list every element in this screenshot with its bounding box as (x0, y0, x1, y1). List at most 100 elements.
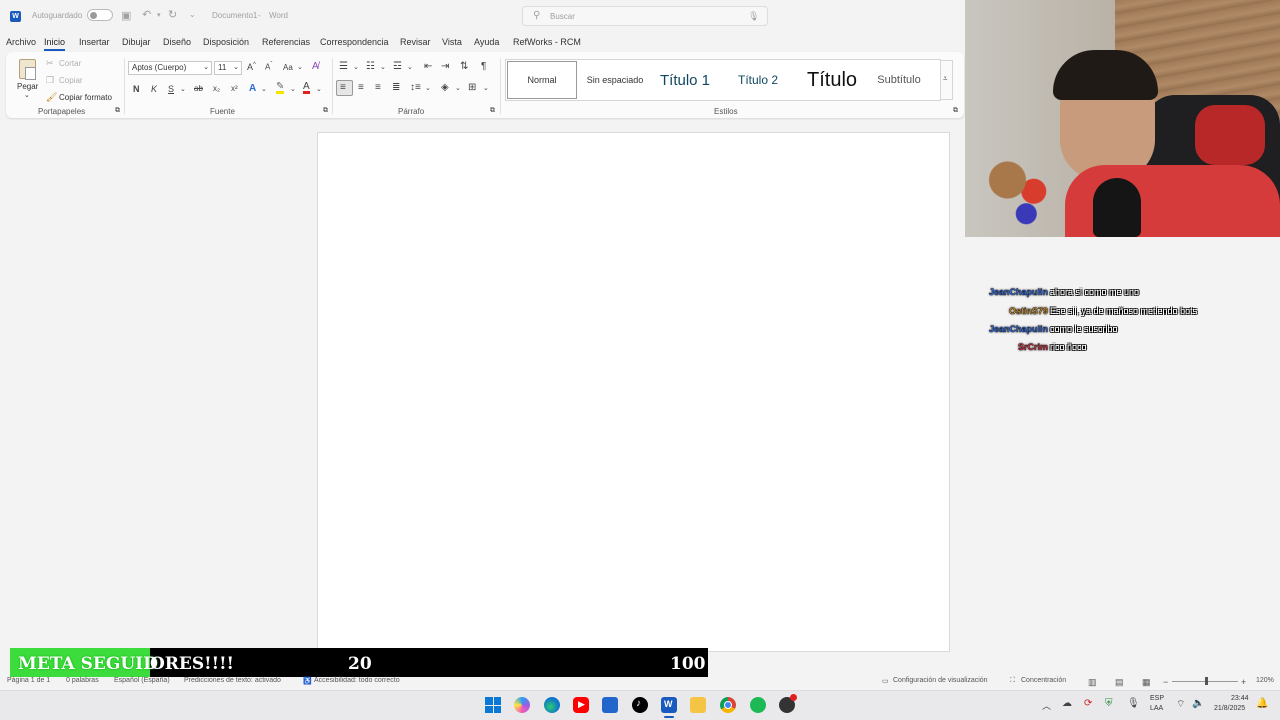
status-language[interactable]: Español (España) (114, 677, 170, 684)
change-case-button[interactable]: Aa (283, 63, 293, 72)
subscript-button[interactable]: x₂ (213, 84, 220, 93)
bullets-icon[interactable]: ☰ (339, 61, 348, 72)
style-subtitulo[interactable]: Subtítulo (868, 61, 930, 99)
shading-icon[interactable]: ◈ (441, 82, 449, 93)
word-taskbar-icon[interactable]: W (661, 697, 677, 713)
underline-button[interactable]: S (168, 84, 174, 94)
save-icon[interactable]: ▣ (121, 9, 131, 22)
font-color-icon[interactable]: A (303, 82, 310, 94)
style-titulo[interactable]: Título (798, 61, 866, 99)
status-words[interactable]: 0 palabras (66, 677, 99, 684)
youtube-icon[interactable]: ▶ (573, 697, 589, 713)
tray-lang-bottom[interactable]: LAA (1150, 705, 1163, 712)
cut-button[interactable]: Cortar (59, 59, 81, 68)
align-left-button[interactable]: ≡ (336, 80, 353, 96)
underline-dropdown-icon[interactable]: ⌄ (180, 85, 186, 93)
justify-icon[interactable]: ≣ (392, 82, 400, 93)
status-page[interactable]: Página 1 de 1 (7, 677, 50, 684)
font-launcher-icon[interactable]: ⧉ (323, 107, 328, 115)
increase-indent-icon[interactable]: ⇥ (441, 61, 449, 72)
tab-dibujar[interactable]: Dibujar (122, 37, 151, 47)
notification-bell-icon[interactable]: 🔔 (1256, 698, 1268, 709)
copilot-icon[interactable] (514, 697, 530, 713)
font-name-select[interactable]: Aptos (Cuerpo) ⌄ (128, 61, 212, 75)
bold-button[interactable]: N (133, 84, 140, 94)
style-normal[interactable]: Normal (507, 61, 577, 99)
undo-dropdown-icon[interactable]: ▾ (157, 11, 161, 19)
search-box[interactable]: ⚲ Buscar 🎙 (522, 6, 768, 26)
autosave-toggle[interactable] (87, 9, 113, 21)
zoom-level[interactable]: 120% (1256, 677, 1274, 684)
tab-vista[interactable]: Vista (442, 37, 462, 47)
edge-icon[interactable] (544, 697, 560, 713)
zoom-in-button[interactable]: + (1241, 677, 1246, 687)
tray-security-icon[interactable]: ⛨ (1105, 698, 1113, 709)
borders-dropdown-icon[interactable]: ⌄ (483, 84, 489, 92)
tray-lang-top[interactable]: ESP (1150, 695, 1164, 702)
style-titulo-2[interactable]: Título 2 (722, 61, 794, 99)
spotify-icon[interactable] (750, 697, 766, 713)
change-case-dropdown-icon[interactable]: ⌄ (297, 63, 303, 71)
status-accessibility[interactable]: Accesibilidad: todo correcto (314, 677, 400, 684)
wifi-icon[interactable]: ⌔ (1176, 698, 1185, 711)
tab-referencias[interactable]: Referencias (262, 37, 310, 47)
redo-icon[interactable]: ↻ (168, 8, 177, 21)
microphone-icon[interactable]: 🎙 (748, 11, 759, 22)
tray-microphone-icon[interactable]: 🎙 (1127, 698, 1140, 709)
tiktok-icon[interactable]: ♪ (632, 697, 648, 713)
tab-correspondencia[interactable]: Correspondencia (320, 37, 389, 47)
superscript-button[interactable]: x² (231, 84, 238, 93)
decrease-indent-icon[interactable]: ⇤ (424, 61, 432, 72)
style-sin-espaciado[interactable]: Sin espaciado (580, 61, 650, 99)
shading-dropdown-icon[interactable]: ⌄ (455, 84, 461, 92)
chrome-icon[interactable] (720, 697, 736, 713)
shrink-font-button[interactable]: Aˇ (265, 62, 272, 72)
clipboard-launcher-icon[interactable]: ⧉ (115, 107, 120, 115)
windows-start-icon[interactable] (485, 697, 501, 713)
borders-icon[interactable]: ⊞ (468, 82, 476, 93)
status-predictions[interactable]: Predicciones de texto: activado (184, 677, 281, 684)
status-display-settings[interactable]: Configuración de visualización (893, 677, 988, 684)
document-page[interactable] (317, 132, 950, 652)
font-color-dropdown-icon[interactable]: ⌄ (316, 85, 322, 93)
tab-archivo[interactable]: Archivo (6, 37, 36, 47)
tab-revisar[interactable]: Revisar (400, 37, 431, 47)
file-explorer-icon[interactable] (690, 697, 706, 713)
numbering-dropdown-icon[interactable]: ⌄ (380, 63, 386, 71)
highlight-dropdown-icon[interactable]: ⌄ (290, 85, 296, 93)
tray-app-icon[interactable]: ⟳ (1084, 698, 1092, 709)
sort-icon[interactable]: ⇅ (460, 61, 468, 72)
store-icon[interactable] (602, 697, 618, 713)
tab-refworks[interactable]: RefWorks - RCM (513, 37, 581, 47)
tab-inicio[interactable]: Inicio (44, 37, 66, 51)
text-effects-dropdown-icon[interactable]: ⌄ (261, 85, 267, 93)
paste-button[interactable]: Pegar ⌄ (14, 57, 40, 101)
zoom-out-button[interactable]: − (1163, 677, 1168, 687)
italic-button[interactable]: K (151, 84, 157, 94)
align-right-icon[interactable]: ≡ (375, 82, 381, 93)
volume-icon[interactable]: 🔈 (1192, 698, 1204, 709)
tab-insertar[interactable]: Insertar (79, 37, 110, 47)
chevron-up-icon[interactable]: ︿ (1042, 699, 1051, 712)
paragraph-launcher-icon[interactable]: ⧉ (490, 107, 495, 115)
styles-launcher-icon[interactable]: ⧉ (953, 107, 958, 115)
tab-ayuda[interactable]: Ayuda (474, 37, 499, 47)
text-effects-icon[interactable]: A (249, 83, 256, 94)
bullets-dropdown-icon[interactable]: ⌄ (353, 63, 359, 71)
line-spacing-icon[interactable]: ↕≡ (410, 82, 421, 93)
multilevel-dropdown-icon[interactable]: ⌄ (407, 63, 413, 71)
font-size-select[interactable]: 11 ⌄ (214, 61, 242, 75)
zoom-slider-thumb[interactable] (1205, 677, 1208, 685)
highlight-icon[interactable]: ✎ (276, 82, 285, 94)
read-mode-icon[interactable]: ▥ (1088, 677, 1097, 688)
line-spacing-dropdown-icon[interactable]: ⌄ (425, 84, 431, 92)
clock-time[interactable]: 23:44 (1231, 695, 1249, 702)
style-titulo-1[interactable]: Título 1 (652, 61, 718, 99)
tab-diseno[interactable]: Diseño (163, 37, 191, 47)
undo-icon[interactable]: ↶ (142, 8, 151, 21)
clear-formatting-icon[interactable]: A̸ (312, 61, 319, 72)
show-marks-icon[interactable]: ¶ (481, 61, 486, 72)
styles-more-button[interactable]: ⩡ (940, 60, 953, 100)
tray-cloud-icon[interactable]: ☁ (1062, 698, 1072, 709)
tab-disposicion[interactable]: Disposición (203, 37, 249, 47)
